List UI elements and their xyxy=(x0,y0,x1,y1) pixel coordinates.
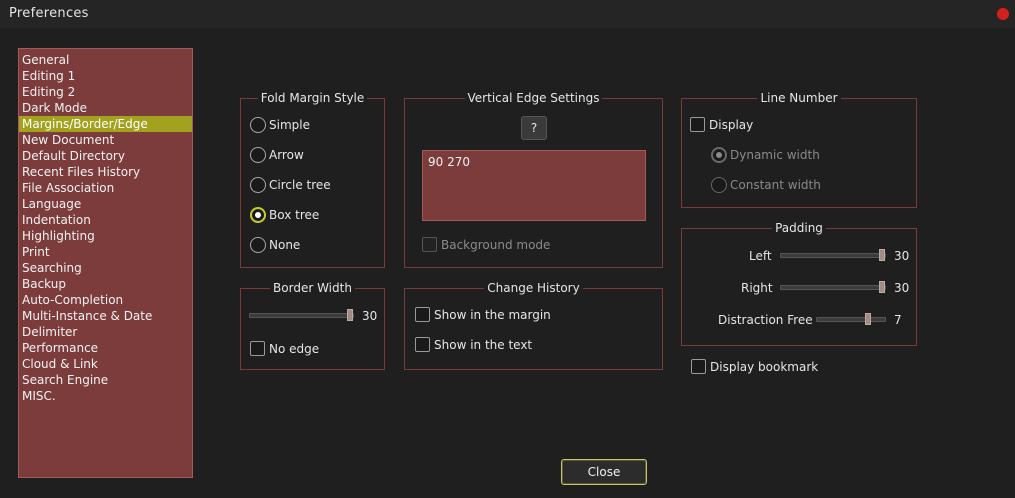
category-item[interactable]: Searching xyxy=(19,260,192,276)
category-item[interactable]: Performance xyxy=(19,340,192,356)
category-item[interactable]: Margins/Border/Edge xyxy=(19,116,192,132)
show-in-margin-label: Show in the margin xyxy=(434,307,551,322)
category-item[interactable]: Search Engine xyxy=(19,372,192,388)
category-item[interactable]: Backup xyxy=(19,276,192,292)
category-item[interactable]: Recent Files History xyxy=(19,164,192,180)
padding-left-value: 30 xyxy=(894,249,910,263)
category-item[interactable]: File Association xyxy=(19,180,192,196)
constant-width-label: Constant width xyxy=(730,178,821,192)
fold-style-option[interactable]: Arrow xyxy=(250,147,304,163)
category-item[interactable]: Highlighting xyxy=(19,228,192,244)
distraction-free-slider-thumb[interactable] xyxy=(865,313,871,325)
fold-style-radio[interactable] xyxy=(250,117,266,133)
show-in-text-checkbox[interactable] xyxy=(415,337,430,352)
show-in-margin-option[interactable]: Show in the margin xyxy=(415,307,551,322)
fold-style-option[interactable]: Circle tree xyxy=(250,177,331,193)
category-item[interactable]: Print xyxy=(19,244,192,260)
distraction-free-label: Distraction Free xyxy=(718,313,813,327)
fold-style-label: None xyxy=(269,238,301,252)
line-number-title: Line Number xyxy=(757,91,841,105)
vertical-edge-input[interactable]: 90 270 xyxy=(422,150,646,221)
category-item[interactable]: Dark Mode xyxy=(19,100,192,116)
border-width-title: Border Width xyxy=(270,281,355,295)
fold-style-radio[interactable] xyxy=(250,207,266,223)
line-number-display-option[interactable]: Display xyxy=(690,117,753,132)
padding-left-slider[interactable] xyxy=(780,249,886,261)
border-width-slider[interactable] xyxy=(249,309,354,321)
category-item[interactable]: Indentation xyxy=(19,212,192,228)
category-item[interactable]: Cloud & Link xyxy=(19,356,192,372)
category-item[interactable]: MISC. xyxy=(19,388,192,404)
constant-width-option: Constant width xyxy=(711,177,821,193)
dynamic-width-label: Dynamic width xyxy=(730,148,820,162)
dynamic-width-radio xyxy=(711,147,727,163)
padding-right-slider[interactable] xyxy=(780,281,886,293)
distraction-free-value: 7 xyxy=(894,313,902,327)
fold-style-option[interactable]: None xyxy=(250,237,300,253)
fold-style-option[interactable]: Simple xyxy=(250,117,310,133)
category-item[interactable]: Delimiter xyxy=(19,324,192,340)
line-number-display-checkbox[interactable] xyxy=(690,117,705,132)
fold-margin-style-title: Fold Margin Style xyxy=(257,91,368,105)
title-bar: Preferences xyxy=(0,0,1015,28)
background-mode-option: Background mode xyxy=(422,237,550,252)
display-bookmark-label: Display bookmark xyxy=(710,359,819,374)
padding-right-label: Right xyxy=(741,281,773,295)
fold-style-label: Arrow xyxy=(269,148,304,162)
fold-style-option[interactable]: Box tree xyxy=(250,207,319,223)
category-item[interactable]: Multi-Instance & Date xyxy=(19,308,192,324)
fold-style-radio[interactable] xyxy=(250,177,266,193)
line-number-display-label: Display xyxy=(709,117,754,132)
background-mode-label: Background mode xyxy=(441,237,551,252)
constant-width-radio xyxy=(711,177,727,193)
fold-style-label: Simple xyxy=(269,118,310,132)
category-item[interactable]: Default Directory xyxy=(19,148,192,164)
border-width-value: 30 xyxy=(362,309,378,323)
category-item[interactable]: Auto-Completion xyxy=(19,292,192,308)
display-bookmark-checkbox[interactable] xyxy=(691,359,706,374)
category-item[interactable]: Editing 1 xyxy=(19,68,192,84)
category-item[interactable]: Editing 2 xyxy=(19,84,192,100)
background-mode-checkbox xyxy=(422,237,437,252)
border-width-group: Border Width xyxy=(240,281,385,370)
vertical-edge-settings-title: Vertical Edge Settings xyxy=(464,91,603,105)
fold-style-label: Box tree xyxy=(269,208,320,222)
padding-right-value: 30 xyxy=(894,281,910,295)
no-edge-label: No edge xyxy=(269,341,320,356)
show-in-margin-checkbox[interactable] xyxy=(415,307,430,322)
dynamic-width-option: Dynamic width xyxy=(711,147,820,163)
vertical-edge-help-button[interactable]: ? xyxy=(521,116,547,140)
display-bookmark-option[interactable]: Display bookmark xyxy=(691,359,818,374)
no-edge-checkbox[interactable] xyxy=(250,341,265,356)
show-in-text-label: Show in the text xyxy=(434,337,533,352)
category-list[interactable]: General Editing 1 Editing 2 Dark Mode Margin… xyxy=(18,48,193,478)
close-button[interactable]: Close xyxy=(561,459,647,485)
padding-left-slider-thumb[interactable] xyxy=(879,249,885,261)
category-item[interactable]: New Document xyxy=(19,132,192,148)
padding-left-label: Left xyxy=(749,249,772,263)
show-in-text-option[interactable]: Show in the text xyxy=(415,337,532,352)
border-width-slider-thumb[interactable] xyxy=(347,309,353,321)
change-history-title: Change History xyxy=(484,281,583,295)
padding-right-slider-thumb[interactable] xyxy=(879,281,885,293)
fold-style-label: Circle tree xyxy=(269,178,331,192)
no-edge-option[interactable]: No edge xyxy=(250,341,319,356)
category-item[interactable]: General xyxy=(19,52,192,68)
fold-style-radio[interactable] xyxy=(250,147,266,163)
fold-style-radio[interactable] xyxy=(250,237,266,253)
change-history-group: Change History xyxy=(404,281,663,370)
close-window-icon[interactable] xyxy=(997,8,1009,20)
category-item[interactable]: Language xyxy=(19,196,192,212)
distraction-free-slider[interactable] xyxy=(816,313,886,325)
window-title: Preferences xyxy=(9,6,89,21)
padding-title: Padding xyxy=(772,221,826,235)
